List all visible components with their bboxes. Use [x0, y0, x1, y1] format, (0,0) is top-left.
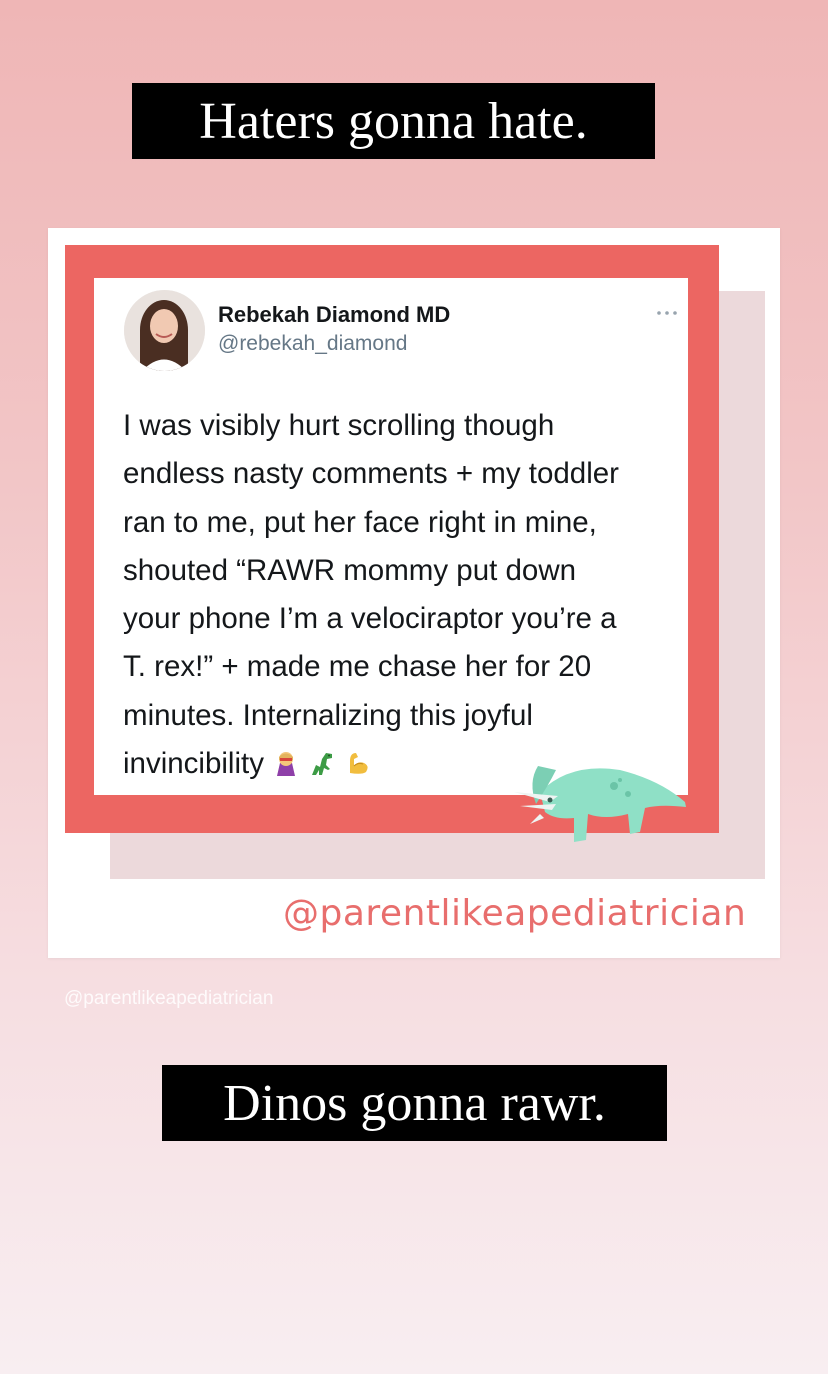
- t-rex-emoji: [308, 744, 336, 792]
- caption-bottom-text: Dinos gonna rawr.: [223, 1074, 606, 1132]
- tweet-screenshot: Rebekah Diamond MD @rebekah_diamond I wa…: [94, 278, 688, 795]
- avatar: [124, 290, 205, 371]
- author-name: Rebekah Diamond MD: [218, 302, 451, 327]
- superhero-emoji: [272, 744, 300, 792]
- watermark: @parentlikeapediatrician: [64, 988, 274, 1009]
- author-handle: @rebekah_diamond: [218, 332, 408, 355]
- tweet-line: T. rex!” + made me chase her for 20: [123, 650, 592, 684]
- tweet-text: I was visibly hurt scrolling though endl…: [123, 402, 683, 792]
- caption-bottom: Dinos gonna rawr.: [162, 1065, 667, 1141]
- card-handle: @parentlikeapediatrician: [283, 893, 747, 934]
- ellipsis-icon[interactable]: [656, 304, 678, 315]
- tweet-line: shouted “RAWR mommy put down: [123, 553, 577, 587]
- caption-top-text: Haters gonna hate.: [199, 92, 588, 150]
- tweet-line: your phone I’m a velociraptor you’re a: [123, 602, 617, 636]
- flexed-biceps-emoji: [344, 744, 372, 792]
- tweet-line: minutes. Internalizing this joyful: [123, 698, 533, 732]
- tweet-line: invincibility: [123, 747, 264, 781]
- caption-top: Haters gonna hate.: [132, 83, 655, 159]
- tweet-line: endless nasty comments + my toddler: [123, 457, 619, 491]
- tweet-line: I was visibly hurt scrolling though: [123, 409, 555, 442]
- triceratops-sticker: [510, 752, 690, 847]
- tweet-line: ran to me, put her face right in mine,: [123, 505, 597, 539]
